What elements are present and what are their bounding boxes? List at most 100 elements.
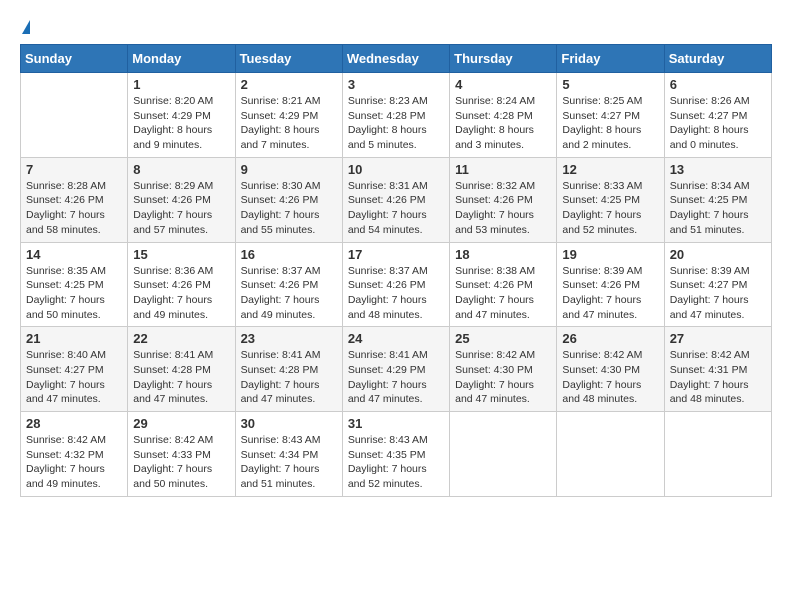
calendar-cell: 8 Sunrise: 8:29 AMSunset: 4:26 PMDaylight…	[128, 157, 235, 242]
day-detail: Sunrise: 8:34 AMSunset: 4:25 PMDaylight:…	[670, 179, 766, 238]
day-number: 25	[455, 331, 551, 346]
calendar-table: SundayMondayTuesdayWednesdayThursdayFrid…	[20, 44, 772, 497]
day-detail: Sunrise: 8:41 AMSunset: 4:28 PMDaylight:…	[133, 348, 229, 407]
calendar-cell: 16Sunrise: 8:37 AMSunset: 4:26 PMDayligh…	[235, 242, 342, 327]
day-detail: Sunrise: 8:24 AMSunset: 4:28 PMDaylight:…	[455, 94, 551, 153]
calendar-cell: 9 Sunrise: 8:30 AMSunset: 4:26 PMDaylight…	[235, 157, 342, 242]
calendar-cell: 4 Sunrise: 8:24 AMSunset: 4:28 PMDaylight…	[450, 73, 557, 158]
day-number: 12	[562, 162, 658, 177]
day-number: 20	[670, 247, 766, 262]
day-number: 29	[133, 416, 229, 431]
day-detail: Sunrise: 8:41 AMSunset: 4:28 PMDaylight:…	[241, 348, 337, 407]
calendar-row: 28 Sunrise: 8:42 AMSunset: 4:32 PMDayligh…	[21, 412, 772, 497]
calendar-cell: 18 Sunrise: 8:38 AMSunset: 4:26 PMDayligh…	[450, 242, 557, 327]
calendar-cell: 29Sunrise: 8:42 AMSunset: 4:33 PMDayligh…	[128, 412, 235, 497]
day-number: 18	[455, 247, 551, 262]
day-number: 1	[133, 77, 229, 92]
logo	[20, 20, 30, 34]
day-detail: Sunrise: 8:20 AMSunset: 4:29 PMDaylight:…	[133, 94, 229, 153]
day-detail: Sunrise: 8:29 AMSunset: 4:26 PMDaylight:…	[133, 179, 229, 238]
day-detail: Sunrise: 8:33 AMSunset: 4:25 PMDaylight:…	[562, 179, 658, 238]
day-detail: Sunrise: 8:32 AMSunset: 4:26 PMDaylight:…	[455, 179, 551, 238]
day-detail: Sunrise: 8:30 AMSunset: 4:26 PMDaylight:…	[241, 179, 337, 238]
calendar-cell: 26Sunrise: 8:42 AMSunset: 4:30 PMDayligh…	[557, 327, 664, 412]
calendar-cell: 1 Sunrise: 8:20 AMSunset: 4:29 PMDaylight…	[128, 73, 235, 158]
day-number: 14	[26, 247, 122, 262]
calendar-cell: 31Sunrise: 8:43 AMSunset: 4:35 PMDayligh…	[342, 412, 449, 497]
day-detail: Sunrise: 8:35 AMSunset: 4:25 PMDaylight:…	[26, 264, 122, 323]
day-number: 9	[241, 162, 337, 177]
calendar-cell: 6 Sunrise: 8:26 AMSunset: 4:27 PMDaylight…	[664, 73, 771, 158]
day-detail: Sunrise: 8:26 AMSunset: 4:27 PMDaylight:…	[670, 94, 766, 153]
calendar-row: 7Sunrise: 8:28 AMSunset: 4:26 PMDaylight…	[21, 157, 772, 242]
day-number: 21	[26, 331, 122, 346]
day-detail: Sunrise: 8:25 AMSunset: 4:27 PMDaylight:…	[562, 94, 658, 153]
calendar-cell	[557, 412, 664, 497]
day-detail: Sunrise: 8:43 AMSunset: 4:34 PMDaylight:…	[241, 433, 337, 492]
calendar-cell: 13 Sunrise: 8:34 AMSunset: 4:25 PMDayligh…	[664, 157, 771, 242]
day-detail: Sunrise: 8:37 AMSunset: 4:26 PMDaylight:…	[348, 264, 444, 323]
day-detail: Sunrise: 8:42 AMSunset: 4:30 PMDaylight:…	[455, 348, 551, 407]
day-number: 2	[241, 77, 337, 92]
calendar-cell: 20 Sunrise: 8:39 AMSunset: 4:27 PMDayligh…	[664, 242, 771, 327]
calendar-body: 1 Sunrise: 8:20 AMSunset: 4:29 PMDaylight…	[21, 73, 772, 497]
day-detail: Sunrise: 8:31 AMSunset: 4:26 PMDaylight:…	[348, 179, 444, 238]
day-detail: Sunrise: 8:39 AMSunset: 4:26 PMDaylight:…	[562, 264, 658, 323]
day-number: 22	[133, 331, 229, 346]
header-cell-friday: Friday	[557, 45, 664, 73]
day-number: 17	[348, 247, 444, 262]
header-cell-tuesday: Tuesday	[235, 45, 342, 73]
calendar-cell: 12 Sunrise: 8:33 AMSunset: 4:25 PMDayligh…	[557, 157, 664, 242]
day-detail: Sunrise: 8:42 AMSunset: 4:32 PMDaylight:…	[26, 433, 122, 492]
day-detail: Sunrise: 8:40 AMSunset: 4:27 PMDaylight:…	[26, 348, 122, 407]
calendar-row: 1 Sunrise: 8:20 AMSunset: 4:29 PMDaylight…	[21, 73, 772, 158]
calendar-row: 14 Sunrise: 8:35 AMSunset: 4:25 PMDayligh…	[21, 242, 772, 327]
day-detail: Sunrise: 8:21 AMSunset: 4:29 PMDaylight:…	[241, 94, 337, 153]
calendar-cell: 19 Sunrise: 8:39 AMSunset: 4:26 PMDayligh…	[557, 242, 664, 327]
calendar-cell: 27Sunrise: 8:42 AMSunset: 4:31 PMDayligh…	[664, 327, 771, 412]
header-cell-saturday: Saturday	[664, 45, 771, 73]
calendar-cell: 24 Sunrise: 8:41 AMSunset: 4:29 PMDayligh…	[342, 327, 449, 412]
day-detail: Sunrise: 8:39 AMSunset: 4:27 PMDaylight:…	[670, 264, 766, 323]
day-number: 4	[455, 77, 551, 92]
calendar-cell: 14 Sunrise: 8:35 AMSunset: 4:25 PMDayligh…	[21, 242, 128, 327]
day-number: 19	[562, 247, 658, 262]
day-number: 28	[26, 416, 122, 431]
header-row: SundayMondayTuesdayWednesdayThursdayFrid…	[21, 45, 772, 73]
day-detail: Sunrise: 8:23 AMSunset: 4:28 PMDaylight:…	[348, 94, 444, 153]
calendar-cell: 28 Sunrise: 8:42 AMSunset: 4:32 PMDayligh…	[21, 412, 128, 497]
header-cell-sunday: Sunday	[21, 45, 128, 73]
day-detail: Sunrise: 8:42 AMSunset: 4:31 PMDaylight:…	[670, 348, 766, 407]
calendar-cell	[21, 73, 128, 158]
calendar-cell: 15Sunrise: 8:36 AMSunset: 4:26 PMDayligh…	[128, 242, 235, 327]
day-number: 23	[241, 331, 337, 346]
calendar-cell: 11 Sunrise: 8:32 AMSunset: 4:26 PMDayligh…	[450, 157, 557, 242]
day-number: 26	[562, 331, 658, 346]
calendar-cell	[450, 412, 557, 497]
day-number: 6	[670, 77, 766, 92]
day-number: 7	[26, 162, 122, 177]
calendar-cell: 10Sunrise: 8:31 AMSunset: 4:26 PMDayligh…	[342, 157, 449, 242]
calendar-cell: 22 Sunrise: 8:41 AMSunset: 4:28 PMDayligh…	[128, 327, 235, 412]
day-number: 8	[133, 162, 229, 177]
page-header	[20, 20, 772, 34]
calendar-cell: 5 Sunrise: 8:25 AMSunset: 4:27 PMDaylight…	[557, 73, 664, 158]
calendar-cell	[664, 412, 771, 497]
day-number: 13	[670, 162, 766, 177]
day-number: 11	[455, 162, 551, 177]
header-cell-monday: Monday	[128, 45, 235, 73]
day-number: 30	[241, 416, 337, 431]
calendar-cell: 21 Sunrise: 8:40 AMSunset: 4:27 PMDayligh…	[21, 327, 128, 412]
header-cell-thursday: Thursday	[450, 45, 557, 73]
header-cell-wednesday: Wednesday	[342, 45, 449, 73]
day-number: 3	[348, 77, 444, 92]
calendar-cell: 2 Sunrise: 8:21 AMSunset: 4:29 PMDaylight…	[235, 73, 342, 158]
day-detail: Sunrise: 8:41 AMSunset: 4:29 PMDaylight:…	[348, 348, 444, 407]
day-number: 5	[562, 77, 658, 92]
day-number: 24	[348, 331, 444, 346]
calendar-cell: 30 Sunrise: 8:43 AMSunset: 4:34 PMDayligh…	[235, 412, 342, 497]
day-detail: Sunrise: 8:43 AMSunset: 4:35 PMDaylight:…	[348, 433, 444, 492]
day-detail: Sunrise: 8:38 AMSunset: 4:26 PMDaylight:…	[455, 264, 551, 323]
day-number: 15	[133, 247, 229, 262]
calendar-cell: 7Sunrise: 8:28 AMSunset: 4:26 PMDaylight…	[21, 157, 128, 242]
